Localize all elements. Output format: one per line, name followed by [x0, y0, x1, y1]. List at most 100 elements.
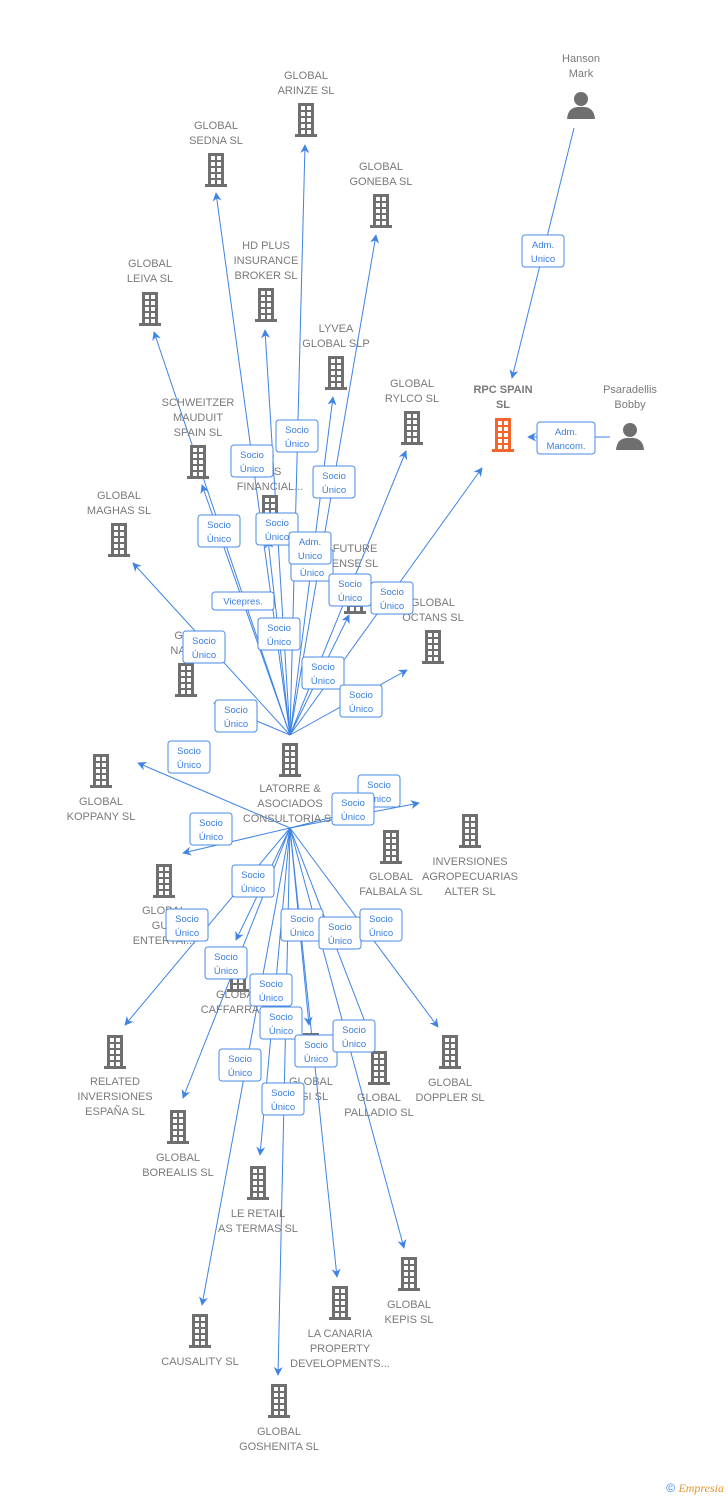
node-label: CAUSALITY SL	[161, 1356, 238, 1368]
svg-text:Socio: Socio	[199, 818, 223, 829]
svg-text:Único: Único	[259, 993, 283, 1004]
node-hanson[interactable]: Hanson Mark	[562, 53, 600, 119]
node-arinze[interactable]: GLOBAL ARINZE SL	[278, 70, 335, 137]
svg-text:Socio: Socio	[341, 798, 365, 809]
edge-label: Socio Único	[261, 1082, 305, 1116]
building-icon	[189, 1314, 211, 1348]
node-label: INVERSIONES	[432, 856, 507, 868]
building-icon	[368, 1051, 390, 1085]
svg-text:Único: Único	[224, 719, 248, 730]
edge-label: Socio Único	[197, 514, 241, 548]
svg-text:Único: Único	[311, 676, 335, 687]
node-label: LA CANARIA	[308, 1328, 373, 1340]
svg-text:Único: Único	[342, 1039, 366, 1050]
building-icon	[108, 523, 130, 557]
building-icon	[104, 1035, 126, 1069]
node-label: DOPPLER SL	[415, 1092, 484, 1104]
node-falbala[interactable]: GLOBAL FALBALA SL	[359, 830, 423, 898]
node-hdplus[interactable]: HD PLUS INSURANCE BROKER SL	[234, 240, 299, 322]
edge-label: Socio Único	[275, 419, 319, 453]
building-icon	[401, 411, 423, 445]
node-label: ASOCIADOS	[257, 798, 322, 810]
building-icon	[380, 830, 402, 864]
node-label: AS TERMAS SL	[218, 1223, 298, 1235]
building-icon	[153, 864, 175, 898]
node-sedna[interactable]: GLOBAL SEDNA SL	[189, 120, 243, 187]
node-label: RYLCO SL	[385, 393, 439, 405]
node-canaria[interactable]: LA CANARIA PROPERTY DEVELOPMENTS...	[290, 1286, 390, 1370]
svg-text:Único: Único	[199, 832, 223, 843]
building-icon	[398, 1257, 420, 1291]
edge-label: Socio Único	[339, 684, 383, 718]
edge-label: Adm. Mancom.	[536, 421, 596, 455]
building-icon	[279, 743, 301, 777]
building-icon	[187, 445, 209, 479]
node-schweitzer[interactable]: SCHWEITZER MAUDUIT SPAIN SL	[162, 397, 235, 479]
node-kepis[interactable]: GLOBAL KEPIS SL	[385, 1257, 434, 1326]
svg-text:Socio: Socio	[207, 520, 231, 531]
node-rpc[interactable]: RPC SPAIN SL	[473, 384, 533, 452]
svg-text:Único: Único	[341, 812, 365, 823]
edge-label: Socio Único	[318, 916, 362, 950]
svg-text:Único: Único	[269, 1026, 293, 1037]
svg-text:Socio: Socio	[342, 1025, 366, 1036]
node-alter[interactable]: INVERSIONES AGROPECUARIAS ALTER SL	[422, 814, 518, 898]
svg-text:Adm.: Adm.	[299, 537, 321, 548]
svg-text:Único: Único	[290, 928, 314, 939]
svg-text:Socio: Socio	[241, 870, 265, 881]
svg-text:Socio: Socio	[285, 425, 309, 436]
svg-text:Único: Único	[265, 532, 289, 543]
node-label: ESPAÑA SL	[85, 1105, 145, 1118]
empresia-logo[interactable]: Empresia	[678, 1481, 724, 1495]
building-icon	[422, 630, 444, 664]
svg-text:Único: Único	[380, 601, 404, 612]
node-psaradellis[interactable]: Psaradellis Bobby	[603, 384, 657, 450]
node-label: ENSE SL	[332, 558, 378, 570]
svg-text:Único: Único	[267, 637, 291, 648]
edge-label: Socio Único	[280, 908, 324, 942]
svg-text:Socio: Socio	[271, 1088, 295, 1099]
building-icon	[492, 418, 514, 452]
node-leiva[interactable]: GLOBAL LEIVA SL	[127, 258, 173, 326]
building-icon	[255, 288, 277, 322]
node-label: Bobby	[614, 399, 646, 411]
svg-text:Socio: Socio	[265, 518, 289, 529]
node-label: SPAIN SL	[174, 427, 223, 439]
svg-text:Socio: Socio	[304, 1040, 328, 1051]
node-label: KEPIS SL	[385, 1314, 434, 1326]
node-goshenita[interactable]: GLOBAL GOSHENITA SL	[239, 1384, 319, 1453]
building-icon	[167, 1110, 189, 1144]
node-rylco[interactable]: GLOBAL RYLCO SL	[385, 378, 439, 445]
person-icon	[567, 92, 595, 119]
node-goneba[interactable]: GLOBAL GONEBA SL	[350, 161, 413, 228]
svg-text:Único: Único	[177, 760, 201, 771]
node-label: GLOBAL SLP	[302, 338, 369, 350]
svg-text:Socio: Socio	[214, 952, 238, 963]
node-label: FALBALA SL	[359, 886, 423, 898]
svg-text:Socio: Socio	[322, 471, 346, 482]
svg-text:Socio: Socio	[267, 623, 291, 634]
footer: © Empresia	[666, 1481, 724, 1496]
node-hub[interactable]: LATORRE & ASOCIADOS CONSULTORIA SL	[243, 743, 337, 825]
edge-label: Socio Único	[182, 630, 226, 664]
node-koppany[interactable]: GLOBAL KOPPANY SL	[67, 754, 136, 823]
node-related[interactable]: RELATED INVERSIONES ESPAÑA SL	[77, 1035, 153, 1118]
node-palladio[interactable]: GLOBAL PALLADIO SL	[344, 1051, 414, 1119]
node-maghas[interactable]: GLOBAL MAGHAS SL	[87, 490, 151, 557]
node-label: GLOBAL	[369, 871, 413, 883]
svg-text:Unico: Unico	[531, 254, 555, 265]
svg-text:Socio: Socio	[369, 914, 393, 925]
node-label: GLOBAL	[79, 796, 123, 808]
building-icon	[370, 194, 392, 228]
node-label: LATORRE &	[259, 783, 321, 795]
node-doppler[interactable]: GLOBAL DOPPLER SL	[415, 1035, 485, 1104]
node-borealis[interactable]: GLOBAL BOREALIS SL	[142, 1110, 214, 1179]
node-label: GOSHENITA SL	[239, 1441, 319, 1453]
node-leretail[interactable]: LE RETAIL AS TERMAS SL	[218, 1166, 298, 1235]
node-label: INVERSIONES	[77, 1091, 152, 1103]
building-icon	[325, 356, 347, 390]
edge-label: Socio Único	[165, 908, 209, 942]
node-causality[interactable]: CAUSALITY SL	[161, 1314, 239, 1368]
node-label: RPC SPAIN	[473, 384, 532, 396]
svg-text:Único: Único	[322, 485, 346, 496]
